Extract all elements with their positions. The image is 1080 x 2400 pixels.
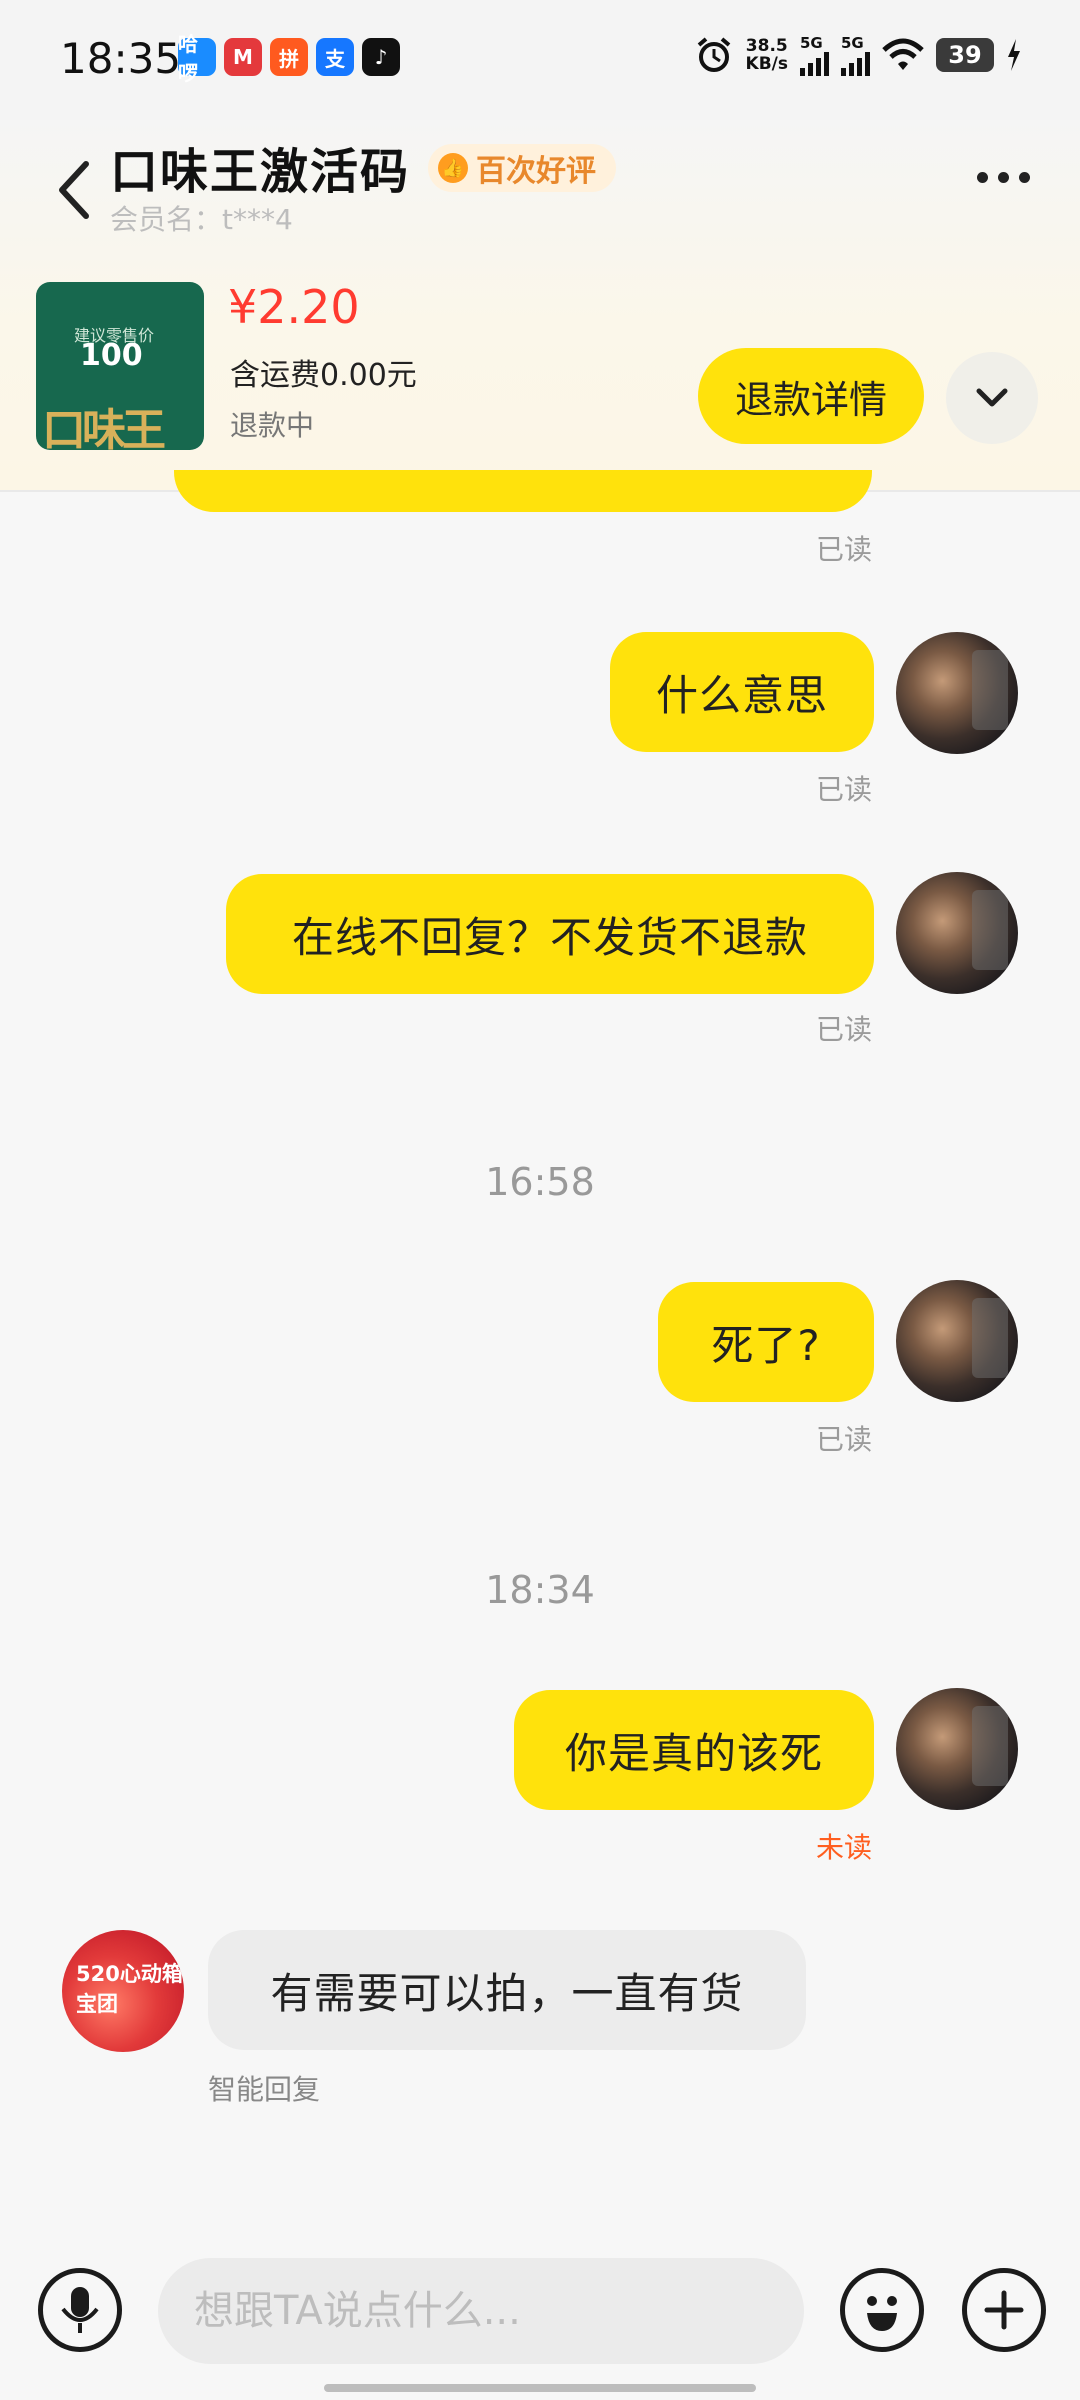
signal-5g-1: 5G <box>800 34 829 76</box>
more-actions-button[interactable] <box>962 2268 1046 2352</box>
alarm-icon <box>697 37 730 72</box>
timestamp: 16:58 <box>485 1160 595 1204</box>
signal-5g-2: 5G <box>841 34 870 76</box>
timestamp: 18:34 <box>485 1568 595 1612</box>
chat-header: 口味王激活码 👍 百次好评 会员名：t***4 建议零售价 100 口味王 ¥2… <box>0 120 1080 492</box>
signal-bars-icon <box>800 52 829 76</box>
status-bar: 18:35 哈啰 M 拼 支 ♪ 38.5 KB/s 5G 5G 39 <box>0 0 1080 120</box>
plus-icon <box>984 2290 1024 2330</box>
unread-receipt: 未读 <box>816 1831 873 1864</box>
product-thumbnail[interactable]: 建议零售价 100 口味王 <box>36 282 204 450</box>
battery-icon: 39 <box>936 38 994 72</box>
message-bubble-partial[interactable] <box>174 470 872 512</box>
expand-button[interactable] <box>946 352 1038 444</box>
home-indicator[interactable] <box>324 2384 756 2392</box>
read-receipt: 已读 <box>816 773 873 806</box>
refund-status: 退款中 <box>230 409 315 442</box>
voice-input-button[interactable] <box>38 2268 122 2352</box>
read-receipt: 已读 <box>816 533 873 566</box>
member-name: 会员名：t***4 <box>110 203 293 236</box>
charging-icon <box>1008 39 1020 71</box>
wifi-icon <box>882 38 924 70</box>
status-indicators: 38.5 KB/s 5G 5G 39 <box>694 34 1022 76</box>
tiktok-app-icon: ♪ <box>362 38 400 76</box>
chevron-down-icon <box>976 388 1008 407</box>
alipay-app-icon: 支 <box>316 38 354 76</box>
status-app-icons: 哈啰 M 拼 支 ♪ <box>178 32 400 85</box>
pinduoduo-app-icon: 拼 <box>270 38 308 76</box>
product-price: ¥2.20 <box>228 280 360 334</box>
read-receipt: 已读 <box>816 1013 873 1046</box>
shop-title[interactable]: 口味王激活码 <box>110 132 410 202</box>
thumbs-up-icon: 👍 <box>438 153 468 183</box>
network-speed: 38.5 KB/s <box>745 36 788 74</box>
hello-app-icon: 哈啰 <box>178 32 216 85</box>
review-badge: 👍 百次好评 <box>428 144 616 192</box>
shipping-fee: 含运费0.00元 <box>230 358 417 393</box>
message-input[interactable] <box>158 2258 804 2364</box>
user-avatar[interactable] <box>896 1688 1018 1810</box>
message-bubble[interactable]: 在线不回复？不发货不退款 <box>226 874 874 994</box>
metro-app-icon: M <box>224 38 262 76</box>
read-receipt: 已读 <box>816 1423 873 1456</box>
user-avatar[interactable] <box>896 632 1018 754</box>
message-bubble[interactable]: 你是真的该死 <box>514 1690 874 1810</box>
refund-details-button[interactable]: 退款详情 <box>698 348 924 444</box>
emoji-icon <box>867 2296 897 2331</box>
signal-bars-icon <box>841 52 870 76</box>
status-time: 18:35 <box>60 34 182 83</box>
emoji-button[interactable] <box>840 2268 924 2352</box>
microphone-icon <box>61 2287 99 2333</box>
user-avatar[interactable] <box>896 872 1018 994</box>
review-badge-label: 百次好评 <box>476 154 596 189</box>
message-bubble[interactable]: 什么意思 <box>610 632 874 752</box>
shop-avatar[interactable]: 520心动箱宝团 <box>62 1930 184 2052</box>
more-options-button[interactable] <box>977 172 1030 183</box>
smart-reply-label: 智能回复 <box>208 2073 321 2106</box>
message-bubble[interactable]: 死了? <box>658 1282 874 1402</box>
back-arrow-icon[interactable] <box>50 150 100 230</box>
user-avatar[interactable] <box>896 1280 1018 1402</box>
incoming-message-bubble[interactable]: 有需要可以拍，一直有货 <box>208 1930 806 2050</box>
